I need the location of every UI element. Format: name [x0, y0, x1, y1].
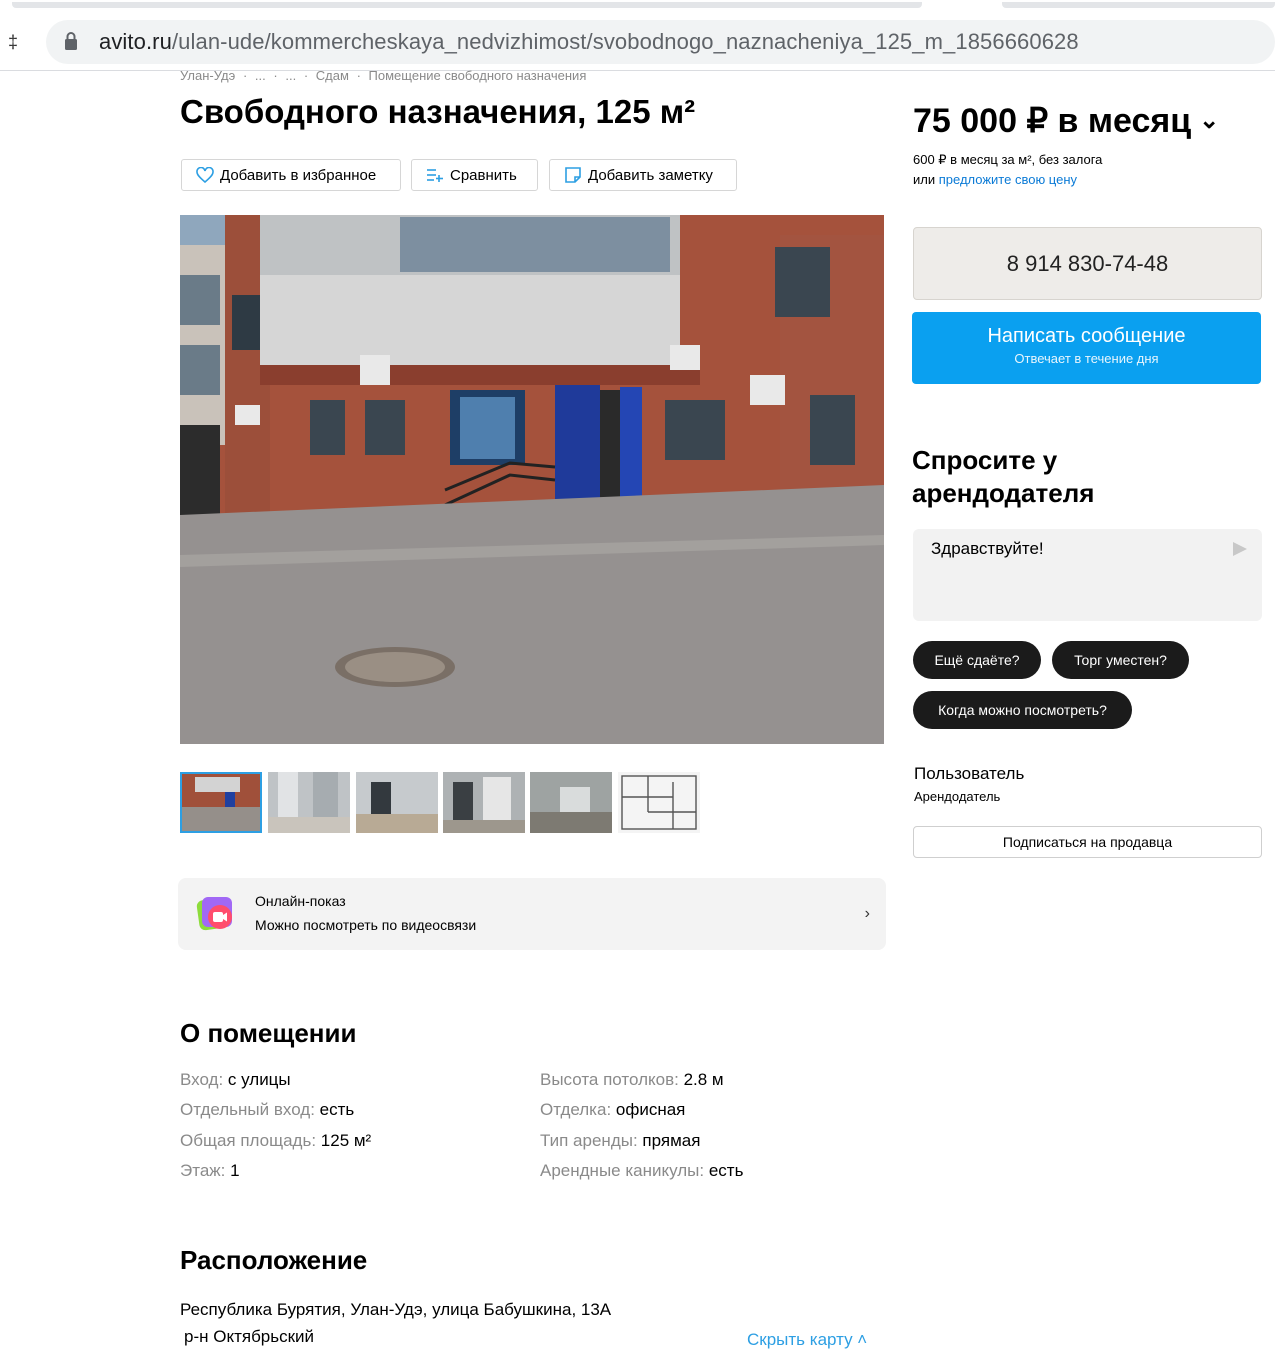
heart-icon — [196, 167, 214, 183]
chevron-right-icon: › — [864, 905, 870, 922]
page-title: Свободного назначения, 125 м² — [180, 93, 696, 130]
room-photo-icon — [443, 772, 525, 833]
param-ceiling-height: Высота потолков: 2.8 м — [540, 1070, 724, 1089]
storefront-photo-icon — [180, 215, 884, 744]
ask-landlord-heading: Спросите у арендодателя — [912, 445, 1095, 508]
ask-message-input[interactable]: Здравствуйте! — [913, 529, 1262, 621]
page-menu-icon[interactable]: ‡ — [8, 32, 18, 53]
corridor-photo-icon — [268, 772, 350, 833]
about-heading: О помещении — [180, 1018, 357, 1048]
thumbnail-1[interactable] — [180, 772, 262, 833]
compare-icon — [427, 169, 443, 182]
thumbnail-3[interactable] — [356, 772, 438, 833]
breadcrumb-separator: · — [356, 68, 361, 83]
hall-photo-icon — [356, 772, 438, 833]
breadcrumb-separator: · — [303, 68, 309, 83]
add-note-button[interactable]: Добавить заметку — [549, 159, 737, 191]
lock-icon[interactable] — [62, 30, 80, 52]
seller-name[interactable]: Пользователь — [914, 764, 1024, 784]
param-finish: Отделка: офисная — [540, 1100, 686, 1119]
thumbnail-2[interactable] — [268, 772, 350, 833]
address: Республика Бурятия, Улан-Удэ, улица Бабу… — [180, 1300, 612, 1319]
offer-price-link[interactable]: предложите свою цену — [939, 172, 1077, 187]
url-text[interactable]: avito.ru/ulan-ude/kommercheskaya_nedvizh… — [99, 29, 1079, 55]
price-details: 600 ₽ в месяц за м², без залога или пред… — [913, 150, 1102, 190]
param-rent-type: Тип аренды: прямая — [540, 1131, 701, 1150]
breadcrumb-separator: · — [242, 68, 248, 83]
price-per-meter: 600 ₽ в месяц за м², без залога — [913, 152, 1103, 167]
video-call-icon — [196, 897, 232, 931]
param-entrance: Вход: с улицы — [180, 1070, 291, 1089]
location-heading: Расположение — [180, 1245, 368, 1275]
browser-tab[interactable] — [12, 2, 922, 8]
chevron-down-icon[interactable]: ⌄ — [1199, 107, 1219, 134]
quick-question-chip[interactable]: Ещё сдаёте? — [913, 641, 1041, 679]
seller-role: Арендодатель — [914, 789, 1001, 804]
breadcrumb-item[interactable]: ... — [255, 68, 266, 83]
note-icon — [565, 167, 581, 183]
compare-button[interactable]: Сравнить — [411, 159, 538, 191]
write-message-label: Написать сообщение — [987, 325, 1186, 347]
ask-message-text: Здравствуйте! — [931, 539, 1044, 558]
send-icon[interactable] — [1232, 541, 1248, 557]
online-show-banner[interactable]: Онлайн-показ Можно посмотреть по видеосв… — [178, 878, 886, 950]
price-value: 75 000 ₽ в месяц — [913, 102, 1192, 140]
quick-question-chip[interactable]: Торг уместен? — [1052, 641, 1189, 679]
param-rent-holidays: Арендные каникулы: есть — [540, 1161, 744, 1180]
param-floor: Этаж: 1 — [180, 1161, 240, 1180]
breadcrumb-item-city[interactable]: Улан-Удэ — [180, 68, 235, 83]
breadcrumb-separator: · — [273, 68, 278, 83]
hide-map-link[interactable]: Скрыть карту ˄ — [747, 1330, 867, 1350]
add-to-favorites-button[interactable]: Добавить в избранное — [181, 159, 401, 191]
response-time-label: Отвечает в течение дня — [1014, 351, 1159, 366]
write-message-button[interactable]: Написать сообщение Отвечает в течение дн… — [912, 312, 1261, 384]
breadcrumb-item-rent[interactable]: Сдам — [316, 68, 349, 83]
breadcrumb-item[interactable]: ... — [285, 68, 296, 83]
add-to-favorites-label: Добавить в избранное — [220, 166, 377, 184]
floor-plan-icon — [618, 772, 700, 833]
thumbnail-4[interactable] — [443, 772, 525, 833]
price[interactable]: 75 000 ₽ в месяц ⌄ — [913, 101, 1219, 141]
quick-question-chip[interactable]: Когда можно посмотреть? — [913, 691, 1132, 729]
thumbnail-6[interactable] — [618, 772, 700, 833]
param-separate-entrance: Отдельный вход: есть — [180, 1100, 355, 1119]
compare-label: Сравнить — [450, 166, 517, 184]
add-note-label: Добавить заметку — [588, 166, 713, 184]
price-or-label: или — [913, 172, 936, 187]
browser-tab[interactable] — [1002, 2, 1275, 8]
breadcrumb: Улан-Удэ · ... · ... · Сдам · Помещение … — [180, 68, 590, 83]
thumbnail-5[interactable] — [530, 772, 612, 833]
online-show-title: Онлайн-показ — [255, 893, 346, 909]
subscribe-seller-button[interactable]: Подписаться на продавца — [913, 826, 1262, 858]
param-total-area: Общая площадь: 125 м² — [180, 1131, 372, 1150]
district: р-н Октябрьский — [184, 1327, 315, 1346]
show-phone-button[interactable]: 8 914 830-74-48 — [913, 227, 1262, 300]
breadcrumb-item-category[interactable]: Помещение свободного назначения — [369, 68, 587, 83]
main-photo[interactable] — [180, 215, 884, 744]
facade-photo-icon — [180, 772, 262, 833]
interior-photo-icon — [530, 772, 612, 833]
online-show-subtitle: Можно посмотреть по видеосвязи — [255, 917, 477, 933]
browser-tab-strip — [12, 0, 1275, 10]
